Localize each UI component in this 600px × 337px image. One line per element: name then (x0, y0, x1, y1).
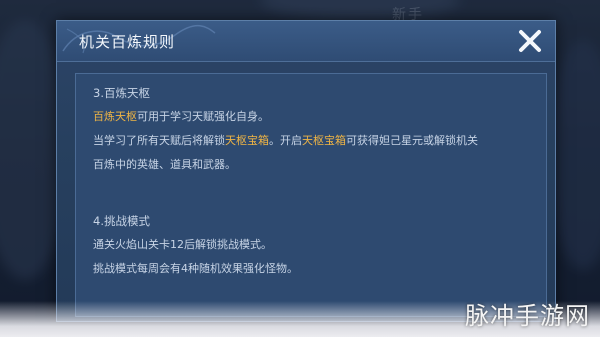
rule-text: 挑战模式每周会有4种随机效果强化怪物。 (93, 262, 298, 275)
rule-line: 百炼中的英雄、道具和武器。 (93, 157, 523, 173)
highlight-term: 天枢宝箱 (225, 134, 269, 147)
watermark-text: 脉冲手游网 (465, 302, 590, 330)
close-x-icon (519, 30, 541, 52)
game-screen: 新手 机关百炼规则 3.百炼天枢 百炼天枢可用于学习天赋强化自身。 当学习了所有… (0, 0, 600, 337)
rule-text: 可用于学习天赋强化自身。 (137, 110, 269, 123)
rule-line: 百炼天枢可用于学习天赋强化自身。 (93, 109, 523, 125)
close-button[interactable] (517, 28, 543, 54)
section-heading: 3.百炼天枢 (93, 86, 150, 100)
rule-line: 通关火焰山关卡12后解锁挑战模式。 (93, 237, 523, 253)
rule-text: 。开启 (269, 134, 302, 147)
rule-line: 当学习了所有天赋后将解锁天枢宝箱。开启天枢宝箱可获得妲己星元或解锁机关 (93, 133, 523, 149)
dialog-header: 机关百炼规则 (57, 21, 555, 62)
rule-text: 百炼中的英雄、道具和武器。 (93, 158, 236, 171)
section-heading: 4.挑战模式 (93, 214, 150, 228)
rule-text: 通关火焰山关卡12后解锁挑战模式。 (93, 238, 272, 251)
highlight-term: 百炼天枢 (93, 110, 137, 123)
dialog-title: 机关百炼规则 (79, 33, 176, 51)
rules-section-3: 3.百炼天枢 百炼天枢可用于学习天赋强化自身。 当学习了所有天赋后将解锁天枢宝箱… (93, 85, 523, 173)
rule-line: 挑战模式每周会有4种随机效果强化怪物。 (93, 261, 523, 277)
rule-text: 可获得妲己星元或解锁机关 (346, 134, 478, 147)
rules-dialog: 机关百炼规则 3.百炼天枢 百炼天枢可用于学习天赋强化自身。 当学习了所有天赋后… (56, 20, 556, 322)
highlight-term: 天枢宝箱 (302, 134, 346, 147)
rules-section-4: 4.挑战模式 通关火焰山关卡12后解锁挑战模式。 挑战模式每周会有4种随机效果强… (93, 213, 523, 277)
rule-text: 当学习了所有天赋后将解锁 (93, 134, 225, 147)
